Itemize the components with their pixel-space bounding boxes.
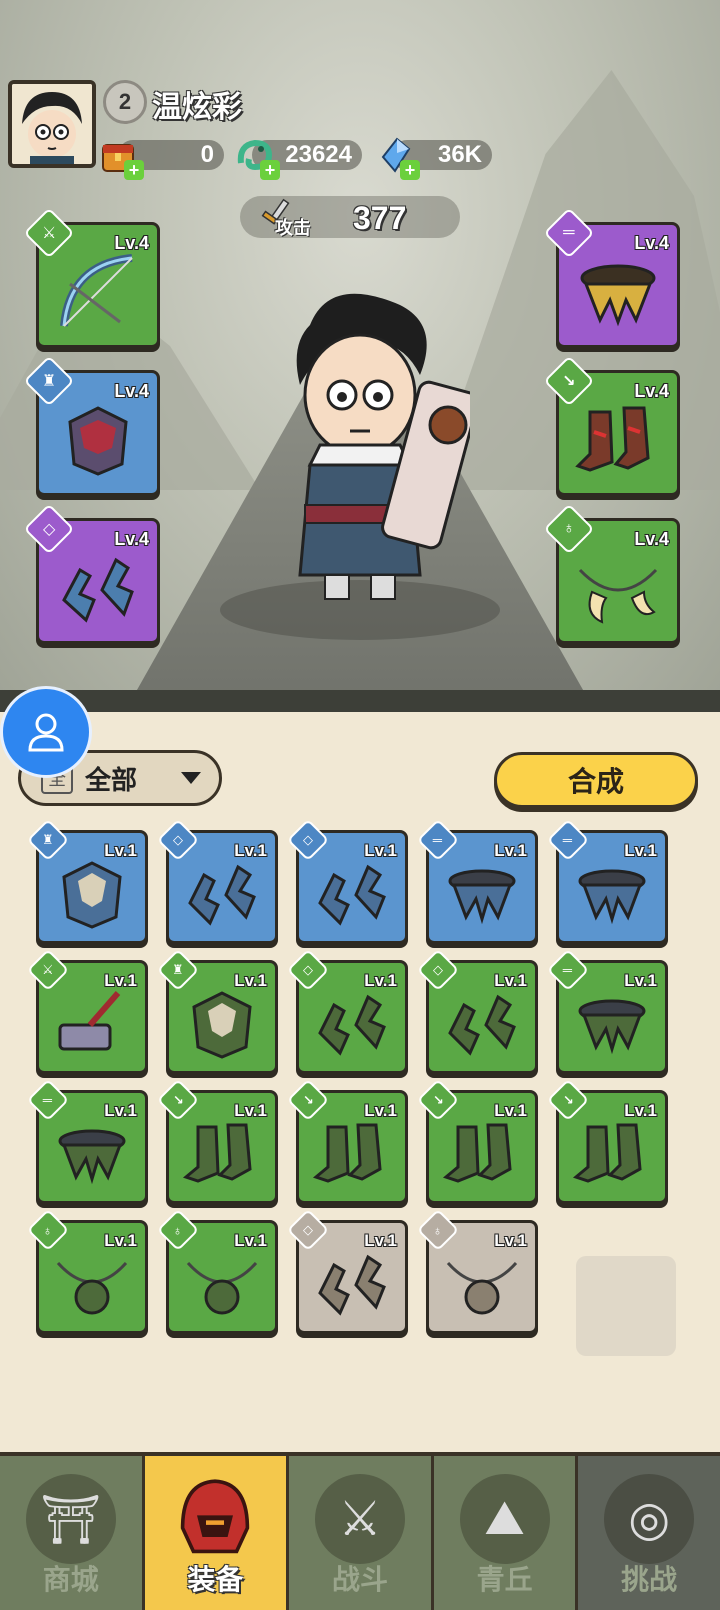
player-avatar[interactable]	[8, 80, 96, 168]
red-bracers-icon	[448, 995, 516, 1057]
equipped-belt-slot[interactable]: ═ Lv.4	[543, 207, 680, 348]
nav-label-challenge: 挑战	[621, 1564, 678, 1595]
inventory-item-flower-necklace[interactable]: ♁ Lv.1	[26, 1208, 148, 1334]
dark-boots-icon	[312, 1123, 382, 1184]
equipped-boots-slot[interactable]: ↘ Lv.4	[543, 355, 680, 496]
bottom-nav: ⛩ 商城 装备 ⚔ 战斗 ⛰ 青丘 ◎ 挑战	[0, 1452, 720, 1610]
player-level: 2	[118, 89, 132, 114]
armor-icon	[68, 406, 128, 476]
bow-icon	[60, 254, 133, 327]
inventory-item-gold-boots[interactable]: ↘ Lv.1	[416, 1078, 538, 1204]
filter-label: 全部	[85, 764, 138, 795]
inventory-item-red-bracers[interactable]: ◇ Lv.1	[416, 948, 538, 1074]
gold-boots-icon	[442, 1123, 512, 1184]
challenge-orb-icon: ◎	[604, 1474, 695, 1564]
flower-necklace-icon	[56, 1262, 128, 1315]
attack-label: 攻击	[275, 218, 311, 238]
nav-label-equipment: 装备	[187, 1564, 244, 1595]
resource-value-chest: 0	[200, 141, 214, 168]
equipped-armor-slot[interactable]: ♜ Lv.4	[23, 355, 160, 496]
inventory-item-gold-armor[interactable]: ♜ Lv.1	[26, 818, 148, 944]
boots-icon	[575, 406, 650, 472]
dark-boots-icon	[182, 1123, 252, 1184]
nav-tab-challenge[interactable]: ◎ 挑战	[578, 1456, 720, 1610]
fur-bracers-icon	[318, 865, 386, 927]
cliff-edge	[0, 690, 720, 712]
inventory-item-gold-boots[interactable]: ↘ Lv.1	[546, 1078, 668, 1204]
inventory-item-tooth-necklace[interactable]: ♁ Lv.1	[416, 1208, 538, 1334]
resource-value-jade: 23624	[285, 141, 352, 168]
crossed-swords-icon: ⚔	[314, 1474, 405, 1564]
nav-label-qingqiu: 青丘	[476, 1564, 533, 1595]
inventory-item-bracers[interactable]: ◇ Lv.1	[156, 818, 278, 944]
attack-value: 377	[353, 200, 407, 236]
inventory-item-dark-boots[interactable]: ↘ Lv.1	[156, 1078, 278, 1204]
inventory-item-bracers[interactable]: ◇ Lv.1	[286, 948, 408, 1074]
tooth-necklace-icon	[578, 569, 658, 624]
belt-icon	[448, 869, 516, 925]
helmet-icon	[170, 1474, 260, 1564]
bracers-icon	[318, 995, 386, 1057]
empty-inventory-slot	[576, 1256, 676, 1356]
tooth-necklace-icon	[446, 1262, 518, 1315]
profile-button[interactable]	[0, 686, 92, 778]
hammer-icon	[58, 991, 121, 1051]
equipped-necklace-slot[interactable]: ♁ Lv.4	[543, 503, 680, 644]
equipped-bracer-slot[interactable]: ◇ Lv.4	[23, 503, 160, 644]
belt-icon	[578, 999, 646, 1055]
belt-icon	[58, 1129, 126, 1185]
add-chest-icon[interactable]: +	[124, 160, 144, 180]
nav-tab-shop[interactable]: ⛩ 商城	[0, 1456, 145, 1610]
gold-armor-icon	[62, 861, 122, 930]
add-jade-icon[interactable]: +	[260, 160, 280, 180]
bracers-icon	[62, 557, 134, 623]
fur-bracers-icon	[318, 1255, 386, 1317]
inventory-item-crystal-necklace[interactable]: ♁ Lv.1	[156, 1208, 278, 1334]
nav-tab-qingqiu[interactable]: ⛰ 青丘	[434, 1456, 579, 1610]
spike-armor-icon	[192, 991, 252, 1060]
equipped-weapon-slot[interactable]: ⚔ Lv.4	[23, 207, 160, 348]
inventory-item-spike-armor[interactable]: ♜ Lv.1	[156, 948, 278, 1074]
resource-value-crystal: 36K	[437, 141, 482, 168]
crystal-necklace-icon	[186, 1262, 258, 1315]
merge-button[interactable]: 合成	[494, 752, 698, 808]
nav-label-battle: 战斗	[331, 1564, 388, 1595]
inventory-item-hammer[interactable]: ⚔ Lv.1	[26, 948, 148, 1074]
nav-tab-battle[interactable]: ⚔ 战斗	[289, 1456, 434, 1610]
jade-dragon-icon[interactable]: +	[232, 132, 280, 180]
belt-icon	[580, 264, 656, 327]
inventory-item-belt[interactable]: ═ Lv.1	[546, 948, 668, 1074]
hero-character	[296, 293, 470, 600]
mountain-icon: ⛰	[459, 1474, 550, 1564]
bracers-icon	[188, 865, 256, 927]
inventory-item-dark-belt[interactable]: ═ Lv.1	[546, 818, 668, 944]
inventory-item-belt[interactable]: ═ Lv.1	[26, 1078, 148, 1204]
chevron-down-icon	[181, 772, 201, 784]
player-level-badge: 2	[103, 80, 147, 124]
treasure-chest-icon[interactable]: +	[96, 132, 144, 180]
add-crystal-icon[interactable]: +	[400, 160, 420, 180]
inventory-item-belt[interactable]: ═ Lv.1	[416, 818, 538, 944]
inventory-item-fur-bracers[interactable]: ◇ Lv.1	[286, 818, 408, 944]
dark-belt-icon	[578, 869, 646, 925]
nav-label-shop: 商城	[42, 1564, 99, 1595]
player-name: 温炫彩	[152, 91, 242, 124]
blue-crystal-icon[interactable]: +	[372, 132, 420, 180]
shop-icon: ⛩	[25, 1474, 116, 1564]
avatar-face-icon	[12, 84, 92, 164]
gold-boots-icon	[572, 1123, 642, 1184]
nav-tab-equipment[interactable]: 装备	[144, 1456, 290, 1610]
user-icon	[28, 713, 64, 752]
inventory-item-dark-boots[interactable]: ↘ Lv.1	[286, 1078, 408, 1204]
inventory-item-fur-bracers[interactable]: ◇ Lv.1	[286, 1208, 408, 1334]
